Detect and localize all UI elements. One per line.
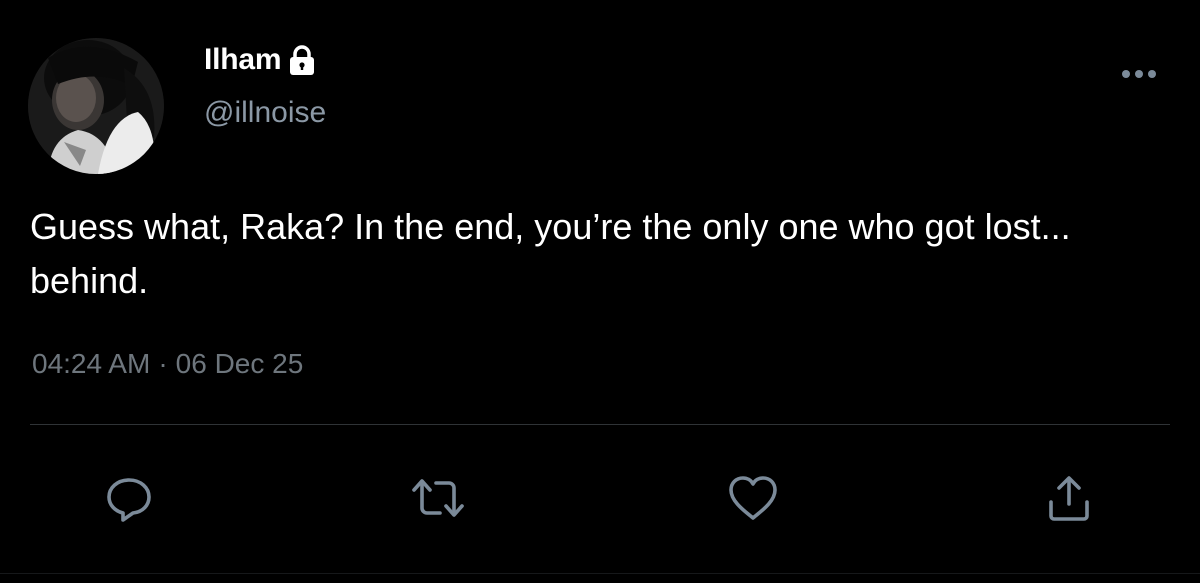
tweet-text: Guess what, Raka? In the end, you’re the… bbox=[30, 206, 1081, 301]
tweet-date: 06 Dec 25 bbox=[175, 348, 304, 379]
share-button[interactable] bbox=[1041, 470, 1097, 526]
display-name[interactable]: Ilham bbox=[204, 43, 282, 77]
divider bbox=[30, 424, 1170, 425]
bottom-divider bbox=[0, 573, 1200, 574]
tweet-card: Ilham @illnoise Guess what, Raka? In the… bbox=[0, 0, 1200, 583]
user-handle[interactable]: @illnoise bbox=[204, 96, 326, 130]
tweet-timestamp[interactable]: 04:24 AM · 06 Dec 25 bbox=[32, 348, 303, 380]
reply-button[interactable] bbox=[101, 470, 157, 526]
retweet-button[interactable] bbox=[410, 470, 466, 526]
like-button[interactable] bbox=[725, 470, 781, 526]
retweet-icon bbox=[408, 472, 468, 524]
meta-separator: · bbox=[158, 348, 168, 379]
lock-icon bbox=[287, 44, 317, 76]
heart-icon bbox=[726, 473, 780, 523]
comment-icon bbox=[103, 472, 155, 524]
share-icon bbox=[1043, 472, 1095, 524]
tweet-time: 04:24 AM bbox=[32, 348, 151, 379]
avatar[interactable] bbox=[28, 38, 164, 174]
name-row: Ilham bbox=[204, 40, 317, 80]
profile-photo bbox=[28, 38, 164, 174]
more-options-icon[interactable] bbox=[1116, 60, 1162, 88]
